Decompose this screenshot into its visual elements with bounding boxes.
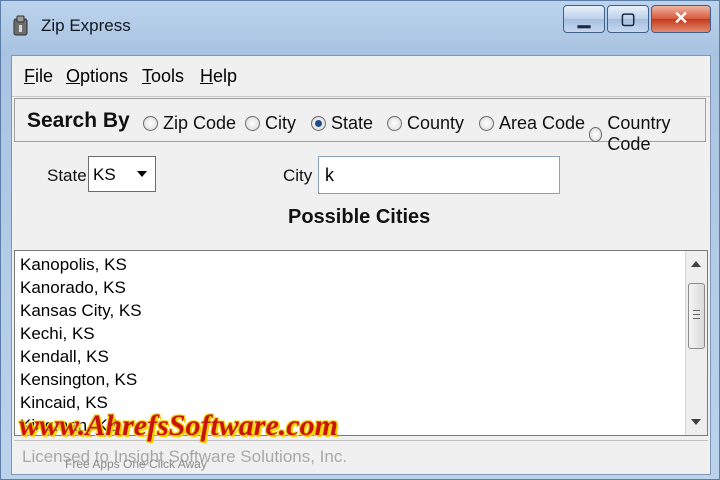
- close-icon: ✕: [673, 8, 689, 28]
- possible-cities-heading: Possible Cities: [288, 206, 431, 228]
- radio-button-icon: [245, 116, 260, 131]
- chevron-down-icon: [137, 171, 147, 177]
- zip-express-app-icon: [13, 15, 28, 36]
- maximize-button[interactable]: ▢: [607, 5, 649, 33]
- radio-button-icon: [479, 116, 494, 131]
- minimize-button[interactable]: ▁: [563, 5, 605, 33]
- scroll-up-arrow-icon[interactable]: [691, 261, 701, 267]
- vertical-scrollbar[interactable]: [685, 251, 707, 435]
- caption-buttons: ▁ ▢ ✕: [561, 5, 711, 35]
- radio-button-selected-icon: [311, 116, 326, 131]
- menu-tools[interactable]: Tools: [142, 66, 184, 87]
- city-input[interactable]: [318, 156, 560, 194]
- radio-area-code[interactable]: Area Code: [479, 113, 585, 134]
- list-item[interactable]: Kansas City, KS: [20, 301, 142, 321]
- list-item[interactable]: Kendall, KS: [20, 347, 109, 367]
- minimize-icon: ▁: [577, 11, 591, 28]
- state-dropdown[interactable]: KS: [88, 156, 156, 192]
- state-selected-value: KS: [93, 165, 116, 184]
- radio-button-icon: [589, 126, 603, 142]
- menu-bar: File Options Tools Help: [12, 56, 710, 97]
- radio-country-code[interactable]: Country Code: [589, 113, 705, 155]
- list-item[interactable]: Kechi, KS: [20, 324, 95, 344]
- radio-button-icon: [143, 116, 158, 131]
- list-item[interactable]: Kanopolis, KS: [20, 255, 127, 275]
- footer-tagline: Free Apps One Click Away: [65, 457, 207, 471]
- menu-options[interactable]: Options: [66, 66, 128, 87]
- menu-help[interactable]: Help: [200, 66, 237, 87]
- scroll-down-arrow-icon[interactable]: [691, 419, 701, 425]
- search-by-label: Search By: [27, 109, 130, 132]
- radio-state[interactable]: State: [311, 113, 373, 134]
- list-item[interactable]: Kanorado, KS: [20, 278, 126, 298]
- list-item[interactable]: Kensington, KS: [20, 370, 137, 390]
- radio-button-icon: [387, 116, 402, 131]
- radio-city[interactable]: City: [245, 113, 296, 134]
- window-title: Zip Express: [41, 16, 131, 35]
- search-by-group: Search By Zip Code City State County Are…: [14, 98, 706, 154]
- title-bar[interactable]: Zip Express ▁ ▢ ✕: [1, 1, 719, 53]
- menu-file[interactable]: File: [24, 66, 53, 87]
- state-label: State: [47, 166, 87, 185]
- city-label: City: [283, 166, 313, 185]
- scrollbar-thumb[interactable]: [688, 283, 705, 349]
- watermark-text: www.AhrefsSoftware.com: [19, 409, 338, 442]
- maximize-icon: ▢: [620, 11, 636, 28]
- radio-zip-code[interactable]: Zip Code: [143, 113, 236, 134]
- radio-county[interactable]: County: [387, 113, 464, 134]
- grip-icon: [693, 318, 700, 319]
- grip-icon: [693, 310, 700, 311]
- app-window: Zip Express ▁ ▢ ✕ File Options Tools Hel…: [0, 0, 720, 480]
- close-button[interactable]: ✕: [651, 5, 711, 33]
- grip-icon: [693, 314, 700, 315]
